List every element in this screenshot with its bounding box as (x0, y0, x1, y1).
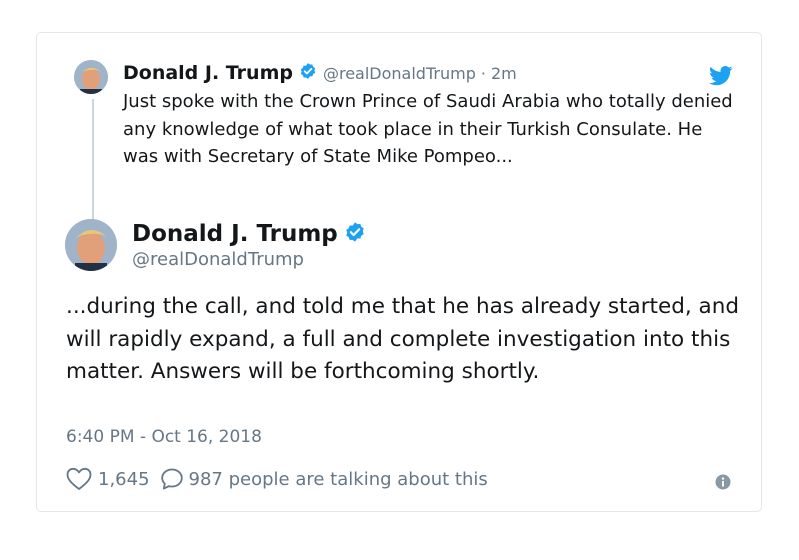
main-author-name[interactable]: Donald J. Trump (132, 221, 338, 247)
tweet-timestamp[interactable]: 6:40 PM - Oct 16, 2018 (66, 427, 262, 447)
like-count: 1,645 (98, 468, 150, 490)
avatar-image (65, 219, 117, 271)
talking-count-text: 987 people are talking about this (188, 468, 488, 490)
tweet-actions: 1,645 987 people are talking about this (66, 466, 488, 492)
main-tweet-text: ...during the call, and told me that he … (66, 294, 739, 384)
avatar-image (74, 60, 108, 94)
like-button[interactable]: 1,645 (66, 467, 150, 491)
parent-tweet-time[interactable]: 2m (491, 64, 517, 83)
parent-author-handle[interactable]: @realDonaldTrump (323, 64, 476, 83)
main-author-handle[interactable]: @realDonaldTrump (132, 249, 304, 270)
verified-badge-icon (299, 62, 317, 84)
embedded-tweet-card: Donald J. Trump @realDonaldTrump · 2m Ju… (36, 32, 762, 512)
main-avatar[interactable] (65, 219, 117, 271)
parent-avatar[interactable] (74, 60, 108, 94)
parent-tweet-text: Just spoke with the Crown Prince of Saud… (123, 91, 733, 167)
verified-badge-icon (344, 221, 366, 247)
heart-icon (66, 467, 92, 490)
conversation-link[interactable]: 987 people are talking about this (160, 467, 488, 491)
parent-author-name[interactable]: Donald J. Trump (123, 62, 293, 84)
separator-dot: · (480, 63, 486, 83)
main-author-name-row: Donald J. Trump (132, 221, 366, 247)
twitter-bird-icon[interactable] (709, 66, 733, 86)
info-icon[interactable] (715, 474, 731, 490)
parent-tweet-header: Donald J. Trump @realDonaldTrump · 2m (123, 61, 517, 85)
speech-bubble-icon (160, 468, 183, 490)
thread-connector (92, 99, 94, 234)
